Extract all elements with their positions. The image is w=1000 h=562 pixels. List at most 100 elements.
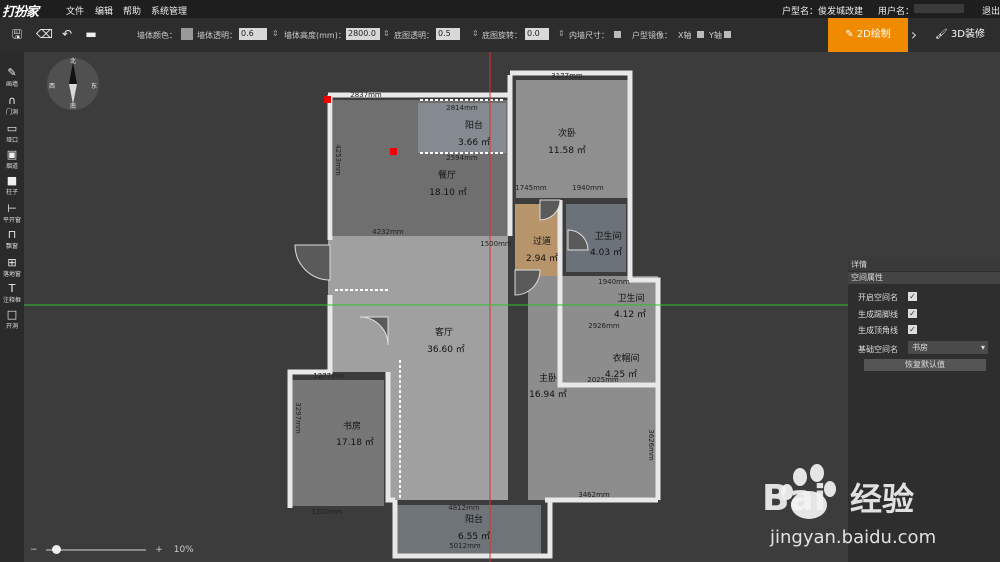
save-icon[interactable]: 🖫 bbox=[10, 27, 24, 41]
dimension-label: 3626mm bbox=[647, 429, 655, 461]
menu-file[interactable]: 文件 bbox=[66, 4, 84, 17]
mode-3d-button[interactable]: 🖌 3D装修 bbox=[920, 18, 1000, 52]
floor-plan bbox=[288, 80, 658, 555]
tool-label: 烟道 bbox=[5, 163, 18, 170]
room-name: 次卧 bbox=[558, 127, 576, 139]
tool-flue[interactable]: ▣ 烟道 bbox=[0, 148, 24, 170]
base-name-label: 基础空间名 bbox=[858, 345, 898, 354]
baidu-jingyan-watermark: Bai 经验 jingyan.baidu.com bbox=[762, 464, 936, 548]
dimension-label: 3462mm bbox=[578, 491, 610, 499]
tool-hole[interactable]: □ 开洞 bbox=[0, 308, 24, 330]
chevron-right-icon: › bbox=[908, 18, 920, 52]
column-icon: ■ bbox=[6, 174, 18, 187]
skirting-label: 生成踢脚线 bbox=[858, 310, 898, 319]
room-name: 阳台 bbox=[465, 513, 483, 525]
x-axis-label: X轴 bbox=[678, 31, 692, 40]
compass-widget[interactable]: 北 南 东 西 bbox=[47, 57, 99, 110]
flue-icon: ▣ bbox=[6, 148, 18, 161]
zoom-in-button[interactable]: + bbox=[155, 545, 163, 555]
measure-icon[interactable]: ▬ bbox=[84, 27, 98, 41]
bay-window-icon: ⊓ bbox=[7, 228, 17, 241]
dimension-label: 1745mm bbox=[515, 184, 547, 192]
mode-2d-button[interactable]: ✎ 2D绘制 bbox=[828, 18, 908, 52]
base-name-select[interactable]: 书房 ▾ bbox=[908, 341, 988, 354]
room-name: 主卧 bbox=[539, 372, 557, 384]
pen-icon: ✎ bbox=[7, 66, 17, 79]
room-area: 4.03 ㎡ bbox=[590, 247, 622, 258]
menu-edit[interactable]: 编辑 bbox=[95, 4, 113, 17]
tool-sidebar: ✎ 画墙 ∩ 门洞 ▭ 垭口 ▣ 烟道 ■ 柱子 ⊢ 平开窗 ⊓ 飘窗 ⊞ 落地窗 T 注释框 □… bbox=[0, 52, 24, 562]
base-rotate-spinner[interactable]: ⇕ bbox=[558, 29, 565, 38]
clear-icon[interactable]: ⌫ bbox=[36, 27, 53, 41]
zoom-slider-knob[interactable] bbox=[52, 544, 62, 554]
undo-icon[interactable]: ↶ bbox=[60, 27, 74, 41]
x-axis-checkbox[interactable] bbox=[697, 31, 704, 38]
base-rotate-input[interactable]: 0.0 bbox=[525, 28, 549, 40]
tool-label: 垭口 bbox=[5, 137, 18, 144]
room-area: 11.58 ㎡ bbox=[548, 145, 586, 156]
user-label: 用户名： bbox=[878, 7, 915, 17]
room-name: 过道 bbox=[533, 235, 551, 247]
text-icon: T bbox=[8, 282, 16, 295]
dimension-label: 2837mm bbox=[350, 91, 382, 99]
tool-casement-window[interactable]: ⊢ 平开窗 bbox=[0, 202, 24, 224]
base-alpha-input[interactable]: 0.5 bbox=[436, 28, 460, 40]
menu-help[interactable]: 帮助 bbox=[123, 4, 141, 17]
wall-color-label: 墙体颜色： bbox=[137, 31, 177, 40]
skirting-checkbox[interactable]: ✓ bbox=[908, 309, 917, 318]
wall-alpha-spinner[interactable]: ⇕ bbox=[272, 29, 279, 38]
wall-height-input[interactable]: 2800.0 bbox=[346, 28, 380, 40]
tool-draw-wall[interactable]: ✎ 画墙 bbox=[0, 66, 24, 88]
tool-opening[interactable]: ▭ 垭口 bbox=[0, 122, 24, 144]
room-area: 36.60 ㎡ bbox=[427, 344, 465, 355]
inner-size-checkbox[interactable] bbox=[614, 31, 621, 38]
compass-north: 北 bbox=[70, 57, 76, 65]
wall-height-label: 墙体高度(mm)： bbox=[284, 31, 346, 40]
opening-icon: ▭ bbox=[6, 122, 18, 135]
red-marker[interactable] bbox=[324, 96, 331, 103]
mode-2d-label: 2D绘制 bbox=[856, 29, 891, 40]
tool-bay-window[interactable]: ⊓ 飘窗 bbox=[0, 228, 24, 250]
mirror-label: 户型镜像： bbox=[632, 31, 672, 40]
room-area: 3.66 ㎡ bbox=[458, 137, 490, 148]
dimension-label: 2025mm bbox=[587, 376, 619, 384]
room-name: 客厅 bbox=[435, 326, 453, 338]
drawing-canvas[interactable]: 北 南 东 西 阳台 3.66 ㎡ 次卧 11.58 ㎡ 餐厅 18.10 ㎡ … bbox=[24, 52, 848, 562]
zoom-control: − + 10% bbox=[30, 544, 194, 555]
zoom-slider[interactable] bbox=[46, 544, 147, 554]
tool-label: 柱子 bbox=[5, 189, 18, 196]
wall-height-spinner[interactable]: ⇕ bbox=[383, 29, 390, 38]
svg-text:经验: 经验 bbox=[850, 480, 914, 518]
room-name: 卫生间 bbox=[594, 230, 621, 242]
red-marker[interactable] bbox=[390, 148, 397, 155]
tool-column[interactable]: ■ 柱子 bbox=[0, 174, 24, 196]
reset-defaults-button[interactable]: 恢复默认值 bbox=[864, 359, 986, 371]
zoom-out-button[interactable]: − bbox=[30, 545, 38, 555]
room-name: 书房 bbox=[343, 420, 361, 432]
room-area: 17.18 ㎡ bbox=[336, 437, 374, 448]
panel-section-title: 空间属性 bbox=[848, 272, 1000, 284]
base-alpha-spinner[interactable]: ⇕ bbox=[472, 29, 479, 38]
room-name: 阳台 bbox=[465, 119, 483, 131]
wall-color-swatch[interactable] bbox=[181, 28, 193, 40]
wall-alpha-input[interactable]: 0.6 bbox=[239, 28, 267, 40]
tool-door[interactable]: ∩ 门洞 bbox=[0, 94, 24, 116]
cornice-label: 生成顶角线 bbox=[858, 326, 898, 335]
dimension-label: 4232mm bbox=[372, 228, 404, 236]
base-name-value: 书房 bbox=[912, 343, 928, 352]
menu-system[interactable]: 系统管理 bbox=[151, 4, 187, 17]
cornice-checkbox[interactable]: ✓ bbox=[908, 325, 917, 334]
dimension-label: 1500mm bbox=[480, 240, 512, 248]
show-name-label: 开启空间名 bbox=[858, 293, 898, 302]
dimension-label: 1940mm bbox=[572, 184, 604, 192]
logout-link[interactable]: 退出 bbox=[982, 4, 1000, 17]
y-axis-checkbox[interactable] bbox=[724, 31, 731, 38]
tool-annotation[interactable]: T 注释框 bbox=[0, 282, 24, 304]
show-name-checkbox[interactable]: ✓ bbox=[908, 292, 917, 301]
room-name: 卫生间 bbox=[617, 292, 644, 304]
tool-label: 门洞 bbox=[5, 109, 18, 116]
dimension-label: 5012mm bbox=[449, 542, 481, 550]
pencil-icon: ✎ bbox=[845, 29, 857, 40]
house-name: 俊发城改建 bbox=[818, 7, 864, 17]
tool-floor-window[interactable]: ⊞ 落地窗 bbox=[0, 256, 24, 278]
